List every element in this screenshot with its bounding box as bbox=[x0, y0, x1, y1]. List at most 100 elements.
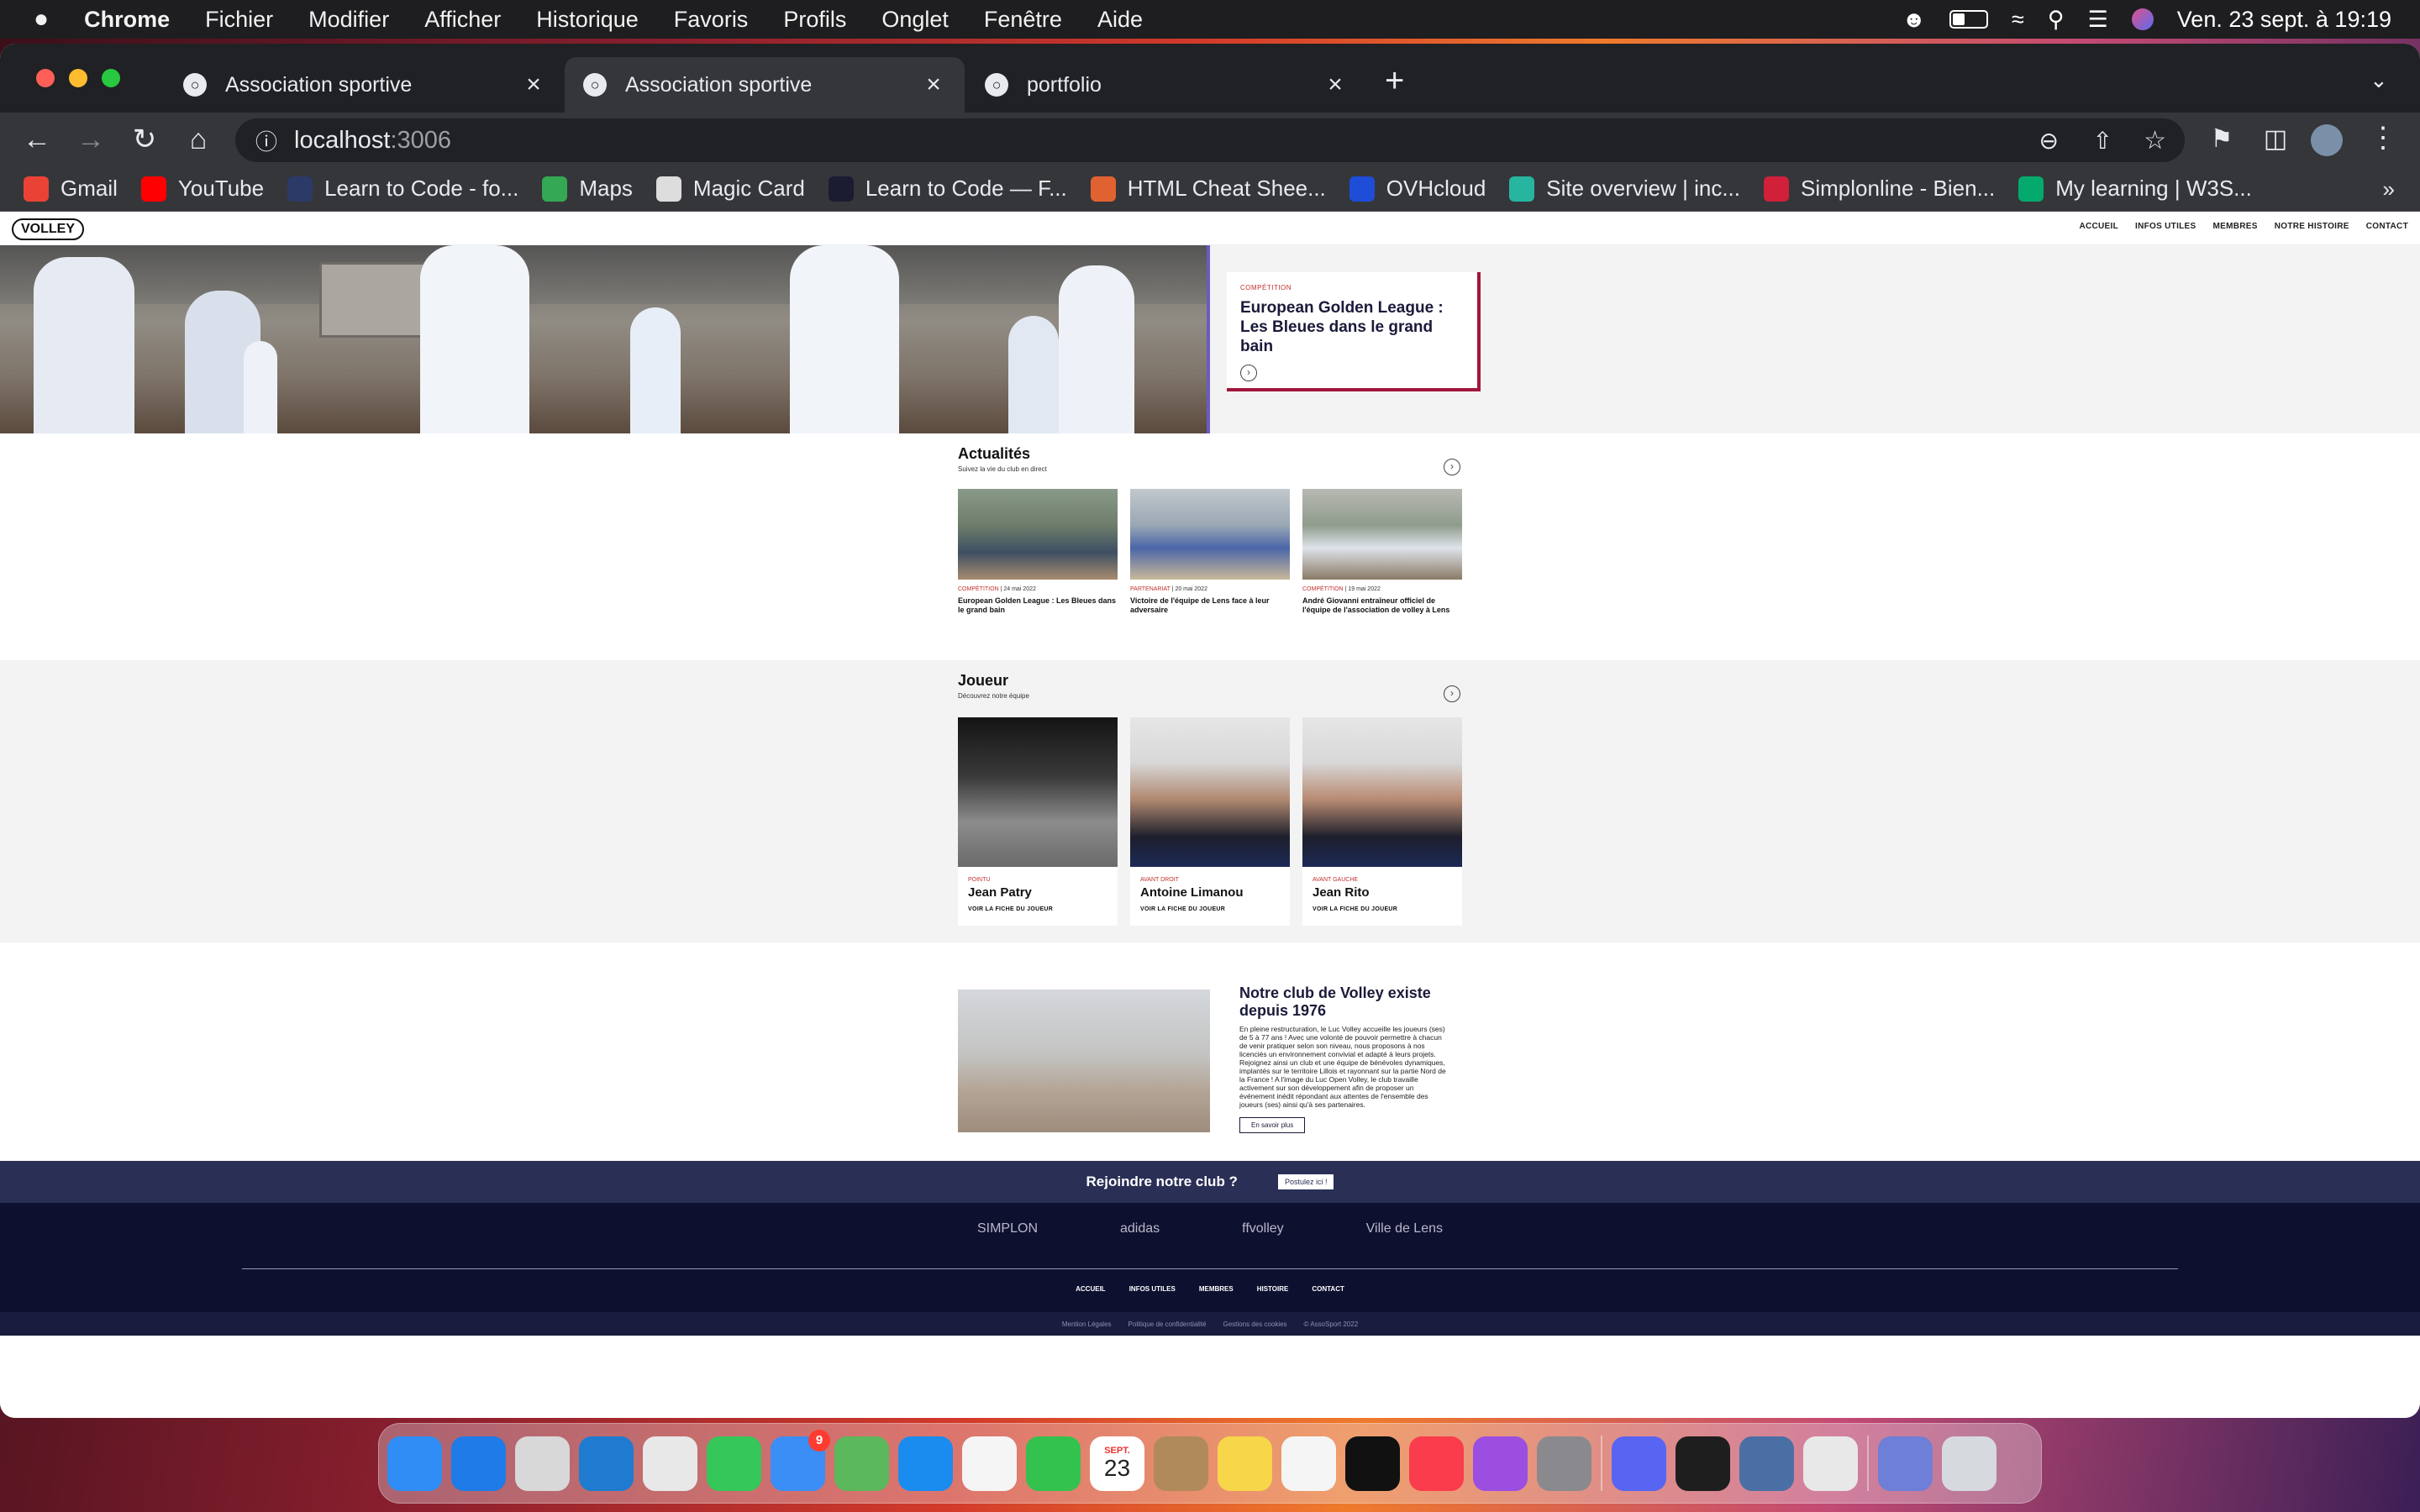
safari-icon[interactable] bbox=[451, 1436, 506, 1491]
player-link[interactable]: VOIR LA FICHE DU JOUEUR bbox=[1140, 906, 1290, 912]
menu-favoris[interactable]: Favoris bbox=[674, 7, 749, 33]
reminders-icon[interactable] bbox=[1281, 1436, 1336, 1491]
minimize-window-button[interactable] bbox=[69, 69, 87, 87]
site-logo[interactable]: VOLLEY bbox=[12, 218, 85, 240]
arrow-circle-icon[interactable]: › bbox=[1240, 365, 1257, 381]
chrome-2-icon[interactable] bbox=[1803, 1436, 1858, 1491]
contacts-icon[interactable] bbox=[1154, 1436, 1208, 1491]
menu-onglet[interactable]: Onglet bbox=[881, 7, 949, 33]
discord-icon[interactable] bbox=[1612, 1436, 1666, 1491]
menu-aide[interactable]: Aide bbox=[1097, 7, 1143, 33]
bookmark-learn-to-code-2[interactable]: Learn to Code — F... bbox=[828, 176, 1067, 202]
back-arrow-icon[interactable]: ← bbox=[10, 123, 64, 156]
zoom-window-button[interactable] bbox=[102, 69, 120, 87]
system-settings-icon[interactable] bbox=[1537, 1436, 1591, 1491]
battery-icon[interactable] bbox=[1949, 10, 1988, 29]
app-store-icon[interactable] bbox=[898, 1436, 953, 1491]
finder-icon[interactable] bbox=[387, 1436, 442, 1491]
address-bar[interactable]: ⓘ localhost:3006 ⊖ ⇧ ☆ bbox=[235, 118, 2185, 162]
calendar-icon[interactable]: SEPT. 23 bbox=[1090, 1436, 1144, 1491]
nav-accueil[interactable]: ACCUEIL bbox=[2079, 222, 2118, 231]
facetime-icon[interactable] bbox=[1026, 1436, 1081, 1491]
extensions-puzzle-icon[interactable]: ⚑ bbox=[2195, 124, 2249, 154]
wifi-icon[interactable]: ≈ bbox=[2012, 7, 2024, 33]
home-icon[interactable]: ⌂ bbox=[171, 123, 225, 156]
siri-icon[interactable] bbox=[2131, 8, 2154, 30]
player-card[interactable]: AVANT GAUCHE Jean Rito VOIR LA FICHE DU … bbox=[1302, 717, 1462, 926]
bookmark-simplonline[interactable]: Simplonline - Bien... bbox=[1764, 176, 1995, 202]
bookmark-magic-card[interactable]: Magic Card bbox=[655, 176, 805, 202]
simplon-logo[interactable]: SIMPLON bbox=[977, 1221, 1038, 1236]
reload-icon[interactable]: ↻ bbox=[118, 123, 171, 156]
vscode-icon[interactable] bbox=[579, 1436, 634, 1491]
hero-volleyball-video[interactable] bbox=[0, 245, 1210, 433]
menu-historique[interactable]: Historique bbox=[536, 7, 639, 33]
tab-association-sportive-1[interactable]: ○ Association sportive × bbox=[165, 57, 565, 113]
launchpad-icon[interactable] bbox=[515, 1436, 570, 1491]
adidas-logo[interactable]: adidas bbox=[1120, 1221, 1160, 1236]
player-link[interactable]: VOIR LA FICHE DU JOUEUR bbox=[1313, 906, 1462, 912]
bookmark-gmail[interactable]: Gmail bbox=[24, 176, 118, 202]
side-panel-icon[interactable]: ◫ bbox=[2249, 124, 2302, 154]
user-icon[interactable]: ☻ bbox=[1902, 7, 1926, 33]
bookmarks-overflow-icon[interactable]: » bbox=[2383, 176, 2395, 202]
hero-news-card[interactable]: COMPÉTITION European Golden League : Les… bbox=[1227, 272, 1481, 391]
player-card[interactable]: POINTU Jean Patry VOIR LA FICHE DU JOUEU… bbox=[958, 717, 1118, 926]
messages-icon[interactable] bbox=[707, 1436, 761, 1491]
bookmark-html-cheat-sheet[interactable]: HTML Cheat Shee... bbox=[1090, 176, 1326, 202]
figma-icon[interactable] bbox=[1676, 1436, 1730, 1491]
music-icon[interactable] bbox=[1409, 1436, 1464, 1491]
bookmark-learn-to-code-1[interactable]: Learn to Code - fo... bbox=[287, 176, 518, 202]
profile-avatar[interactable] bbox=[2311, 124, 2343, 156]
news-more-arrow-icon[interactable]: › bbox=[1444, 459, 1460, 475]
apple-tv-icon[interactable] bbox=[1345, 1436, 1400, 1491]
photos-icon[interactable] bbox=[962, 1436, 1017, 1491]
bookmark-star-icon[interactable]: ☆ bbox=[2144, 126, 2166, 155]
bookmark-maps[interactable]: Maps bbox=[542, 176, 633, 202]
ville-de-lens-logo[interactable]: Ville de Lens bbox=[1366, 1221, 1443, 1236]
bookmark-site-overview[interactable]: Site overview | inc... bbox=[1509, 176, 1740, 202]
player-link[interactable]: VOIR LA FICHE DU JOUEUR bbox=[968, 906, 1118, 912]
preview-icon[interactable] bbox=[1739, 1436, 1794, 1491]
forward-arrow-icon[interactable]: → bbox=[64, 123, 118, 156]
menu-fichier[interactable]: Fichier bbox=[205, 7, 273, 33]
close-tab-icon[interactable]: × bbox=[521, 71, 546, 99]
news-card[interactable]: PARTENARIAT | 20 mai 2022 Victoire de l'… bbox=[1130, 489, 1290, 615]
footer-link-infos-utiles[interactable]: INFOS UTILES bbox=[1129, 1285, 1176, 1293]
control-center-icon[interactable]: ☰ bbox=[2088, 7, 2108, 33]
menu-afficher[interactable]: Afficher bbox=[424, 7, 501, 33]
tab-search-chevron-icon[interactable]: ⌄ bbox=[2370, 67, 2388, 93]
new-tab-button[interactable]: + bbox=[1385, 62, 1404, 100]
chrome-icon[interactable] bbox=[643, 1436, 697, 1491]
cookies-link[interactable]: Gestions des cookies bbox=[1223, 1320, 1287, 1328]
close-tab-icon[interactable]: × bbox=[921, 71, 946, 99]
chrome-menu-icon[interactable]: ⋮ bbox=[2356, 121, 2410, 155]
menu-profils[interactable]: Profils bbox=[783, 7, 846, 33]
footer-link-contact[interactable]: CONTACT bbox=[1312, 1285, 1344, 1293]
apple-menu-icon[interactable]: ● bbox=[34, 5, 49, 34]
mail-icon[interactable]: 9 bbox=[771, 1429, 830, 1491]
privacy-policy-link[interactable]: Politique de confidentialité bbox=[1128, 1320, 1207, 1328]
close-window-button[interactable] bbox=[36, 69, 55, 87]
news-card[interactable]: COMPÉTITION | 24 mai 2022 European Golde… bbox=[958, 489, 1118, 615]
menu-modifier[interactable]: Modifier bbox=[308, 7, 389, 33]
news-card[interactable]: COMPÉTITION | 19 mai 2022 André Giovanni… bbox=[1302, 489, 1462, 615]
zoom-icon[interactable]: ⊖ bbox=[2039, 127, 2059, 155]
footer-link-accueil[interactable]: ACCUEIL bbox=[1076, 1285, 1106, 1293]
bookmark-w3schools[interactable]: My learning | W3S... bbox=[2018, 176, 2252, 202]
bookmark-youtube[interactable]: YouTube bbox=[140, 176, 264, 202]
bookmark-ovhcloud[interactable]: OVHcloud bbox=[1349, 176, 1486, 202]
share-icon[interactable]: ⇧ bbox=[2093, 127, 2112, 155]
player-card[interactable]: AVANT DROIT Antoine Limanou VOIR LA FICH… bbox=[1130, 717, 1290, 926]
apply-button[interactable]: Postulez ici ! bbox=[1277, 1174, 1334, 1189]
trash-icon[interactable] bbox=[1942, 1436, 1996, 1491]
footer-link-histoire[interactable]: HISTOIRE bbox=[1257, 1285, 1289, 1293]
tab-portfolio[interactable]: ○ portfolio × bbox=[966, 57, 1366, 113]
close-tab-icon[interactable]: × bbox=[1323, 71, 1348, 99]
app-menu[interactable]: Chrome bbox=[84, 7, 170, 33]
downloads-icon[interactable] bbox=[1878, 1436, 1933, 1491]
podcasts-icon[interactable] bbox=[1473, 1436, 1528, 1491]
tab-association-sportive-2[interactable]: ○ Association sportive × bbox=[565, 57, 965, 113]
ffvolley-logo[interactable]: ffvolley bbox=[1242, 1221, 1284, 1236]
maps-icon[interactable] bbox=[834, 1436, 889, 1491]
